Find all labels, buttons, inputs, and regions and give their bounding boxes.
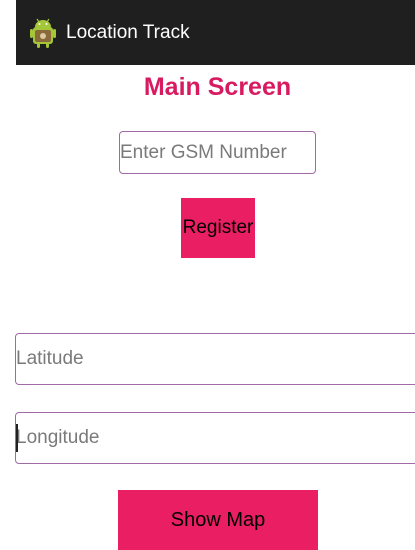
longitude-input[interactable]	[15, 412, 415, 464]
page-title: Main Screen	[143, 73, 292, 101]
main-screen: Location Track Main Screen Register Show…	[0, 0, 415, 550]
latitude-input[interactable]	[15, 333, 415, 385]
left-gutter	[0, 0, 16, 65]
register-button[interactable]: Register	[181, 198, 255, 258]
app-title: Location Track	[66, 21, 190, 43]
text-cursor	[16, 424, 18, 452]
action-bar: Location Track	[16, 0, 415, 65]
android-icon	[30, 18, 56, 48]
gsm-number-input[interactable]	[119, 131, 316, 174]
show-map-button[interactable]: Show Map	[118, 490, 318, 550]
